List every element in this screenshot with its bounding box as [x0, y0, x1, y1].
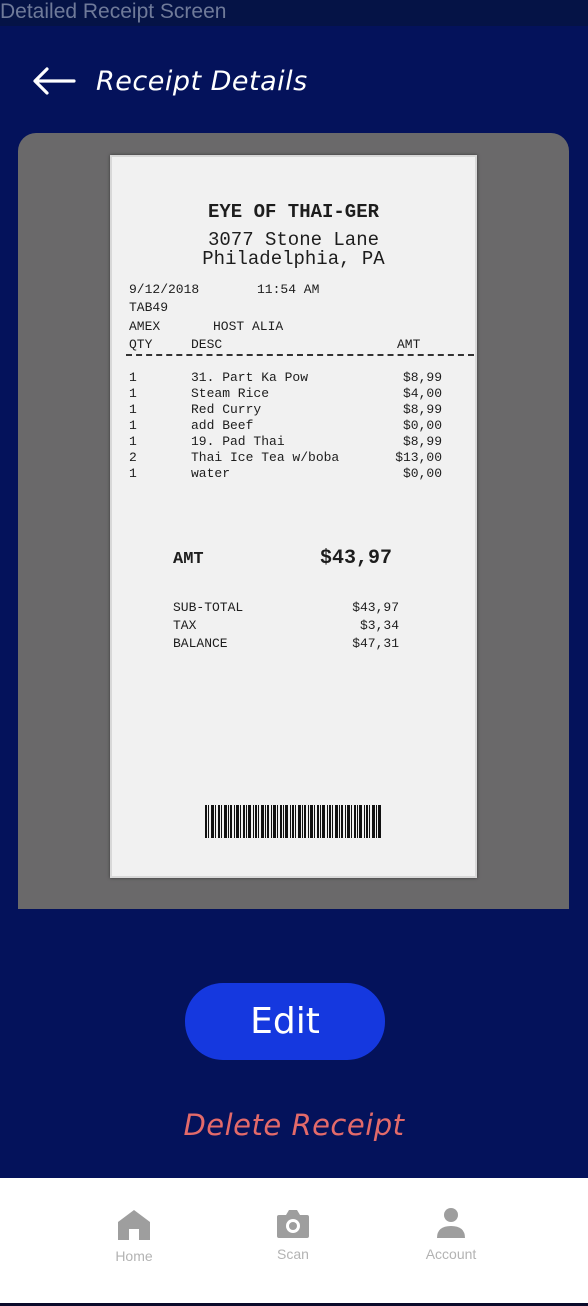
receipt-payment: AMEX	[129, 319, 161, 334]
list-item: 1 Steam Rice $4,00	[129, 386, 442, 402]
bottom-nav: Home Scan Account	[0, 1178, 588, 1306]
nav-item-account[interactable]: Account	[401, 1206, 501, 1262]
list-item: 1 Red Curry $8,99	[129, 402, 442, 418]
receipt-host: HOST ALIA	[213, 319, 284, 334]
receipt-divider	[126, 354, 474, 356]
receipt-col-amt: AMT	[397, 337, 421, 352]
item-qty: 1	[129, 434, 137, 449]
home-icon	[118, 1210, 150, 1240]
balance-value: $47,31	[352, 636, 399, 651]
item-desc: Red Curry	[191, 402, 262, 417]
receipt-tab: TAB49	[129, 300, 169, 315]
item-desc: add Beef	[191, 418, 254, 433]
balance-label: BALANCE	[173, 636, 228, 651]
user-icon	[437, 1208, 465, 1238]
list-item: 2 Thai Ice Tea w/boba $13,00	[129, 450, 442, 466]
receipt-time: 11:54 AM	[257, 282, 320, 297]
item-amt: $8,99	[402, 402, 442, 417]
edit-button[interactable]: Edit	[185, 983, 385, 1060]
camera-icon	[277, 1210, 309, 1238]
receipt-store-name: EYE OF THAI-GER	[207, 201, 380, 223]
subtotal-label: SUB-TOTAL	[173, 600, 244, 615]
item-qty: 1	[129, 370, 137, 385]
subtotal-value: $43,97	[352, 600, 399, 615]
item-amt: $0,00	[402, 466, 442, 481]
item-amt: $0,00	[402, 418, 442, 433]
receipt-amt-value: $43,97	[320, 547, 393, 570]
list-item: 1 add Beef $0,00	[129, 418, 442, 434]
nav-item-scan[interactable]: Scan	[243, 1208, 343, 1262]
item-amt: $8,99	[402, 370, 442, 385]
item-desc: 19. Pad Thai	[191, 434, 285, 449]
receipt-col-qty: QTY	[129, 337, 153, 352]
item-qty: 2	[129, 450, 137, 465]
item-desc: 31. Part Ka Pow	[191, 370, 309, 385]
tax-label: TAX	[173, 618, 197, 633]
arrow-left-icon[interactable]	[30, 64, 76, 98]
receipt-address: 3077 Stone Lane Philadelphia, PA	[112, 231, 475, 269]
nav-label-scan: Scan	[277, 1246, 309, 1262]
tax-row: TAX $3,34	[173, 617, 399, 635]
item-qty: 1	[129, 402, 137, 417]
subtotal-row: SUB-TOTAL $43,97	[173, 599, 399, 617]
nav-label-account: Account	[425, 1246, 477, 1262]
receipt-address-line2: Philadelphia, PA	[202, 248, 385, 270]
item-amt: $8,99	[402, 434, 442, 449]
delete-receipt-link[interactable]: Delete Receipt	[0, 1108, 588, 1142]
item-desc: water	[191, 466, 231, 481]
receipt-amt-label: AMT	[173, 550, 204, 569]
receipt-date: 9/12/2018	[129, 282, 200, 297]
item-amt: $13,00	[395, 450, 442, 465]
item-qty: 1	[129, 418, 137, 433]
item-amt: $4,00	[402, 386, 442, 401]
receipt-col-desc: DESC	[191, 337, 223, 352]
item-qty: 1	[129, 466, 137, 481]
tax-value: $3,34	[359, 618, 399, 633]
receipt-totals: SUB-TOTAL $43,97 TAX $3,34 BALANCE $47,31	[173, 599, 399, 653]
receipt-items: 1 31. Part Ka Pow $8,99 1 Steam Rice $4,00 1…	[129, 370, 442, 482]
nav-item-home[interactable]: Home	[84, 1208, 184, 1264]
page-title: Receipt Details	[96, 66, 308, 97]
barcode-icon	[205, 805, 381, 838]
item-desc: Thai Ice Tea w/boba	[191, 450, 340, 465]
header: Receipt Details	[0, 58, 588, 106]
receipt-image: EYE OF THAI-GER 3077 Stone Lane Philadel…	[110, 155, 477, 878]
list-item: 1 water $0,00	[129, 466, 442, 482]
list-item: 1 19. Pad Thai $8,99	[129, 434, 442, 450]
screen-label: Detailed Receipt Screen	[0, 0, 588, 26]
item-qty: 1	[129, 386, 137, 401]
list-item: 1 31. Part Ka Pow $8,99	[129, 370, 442, 386]
item-desc: Steam Rice	[191, 386, 270, 401]
nav-label-home: Home	[115, 1248, 153, 1264]
balance-row: BALANCE $47,31	[173, 635, 399, 653]
